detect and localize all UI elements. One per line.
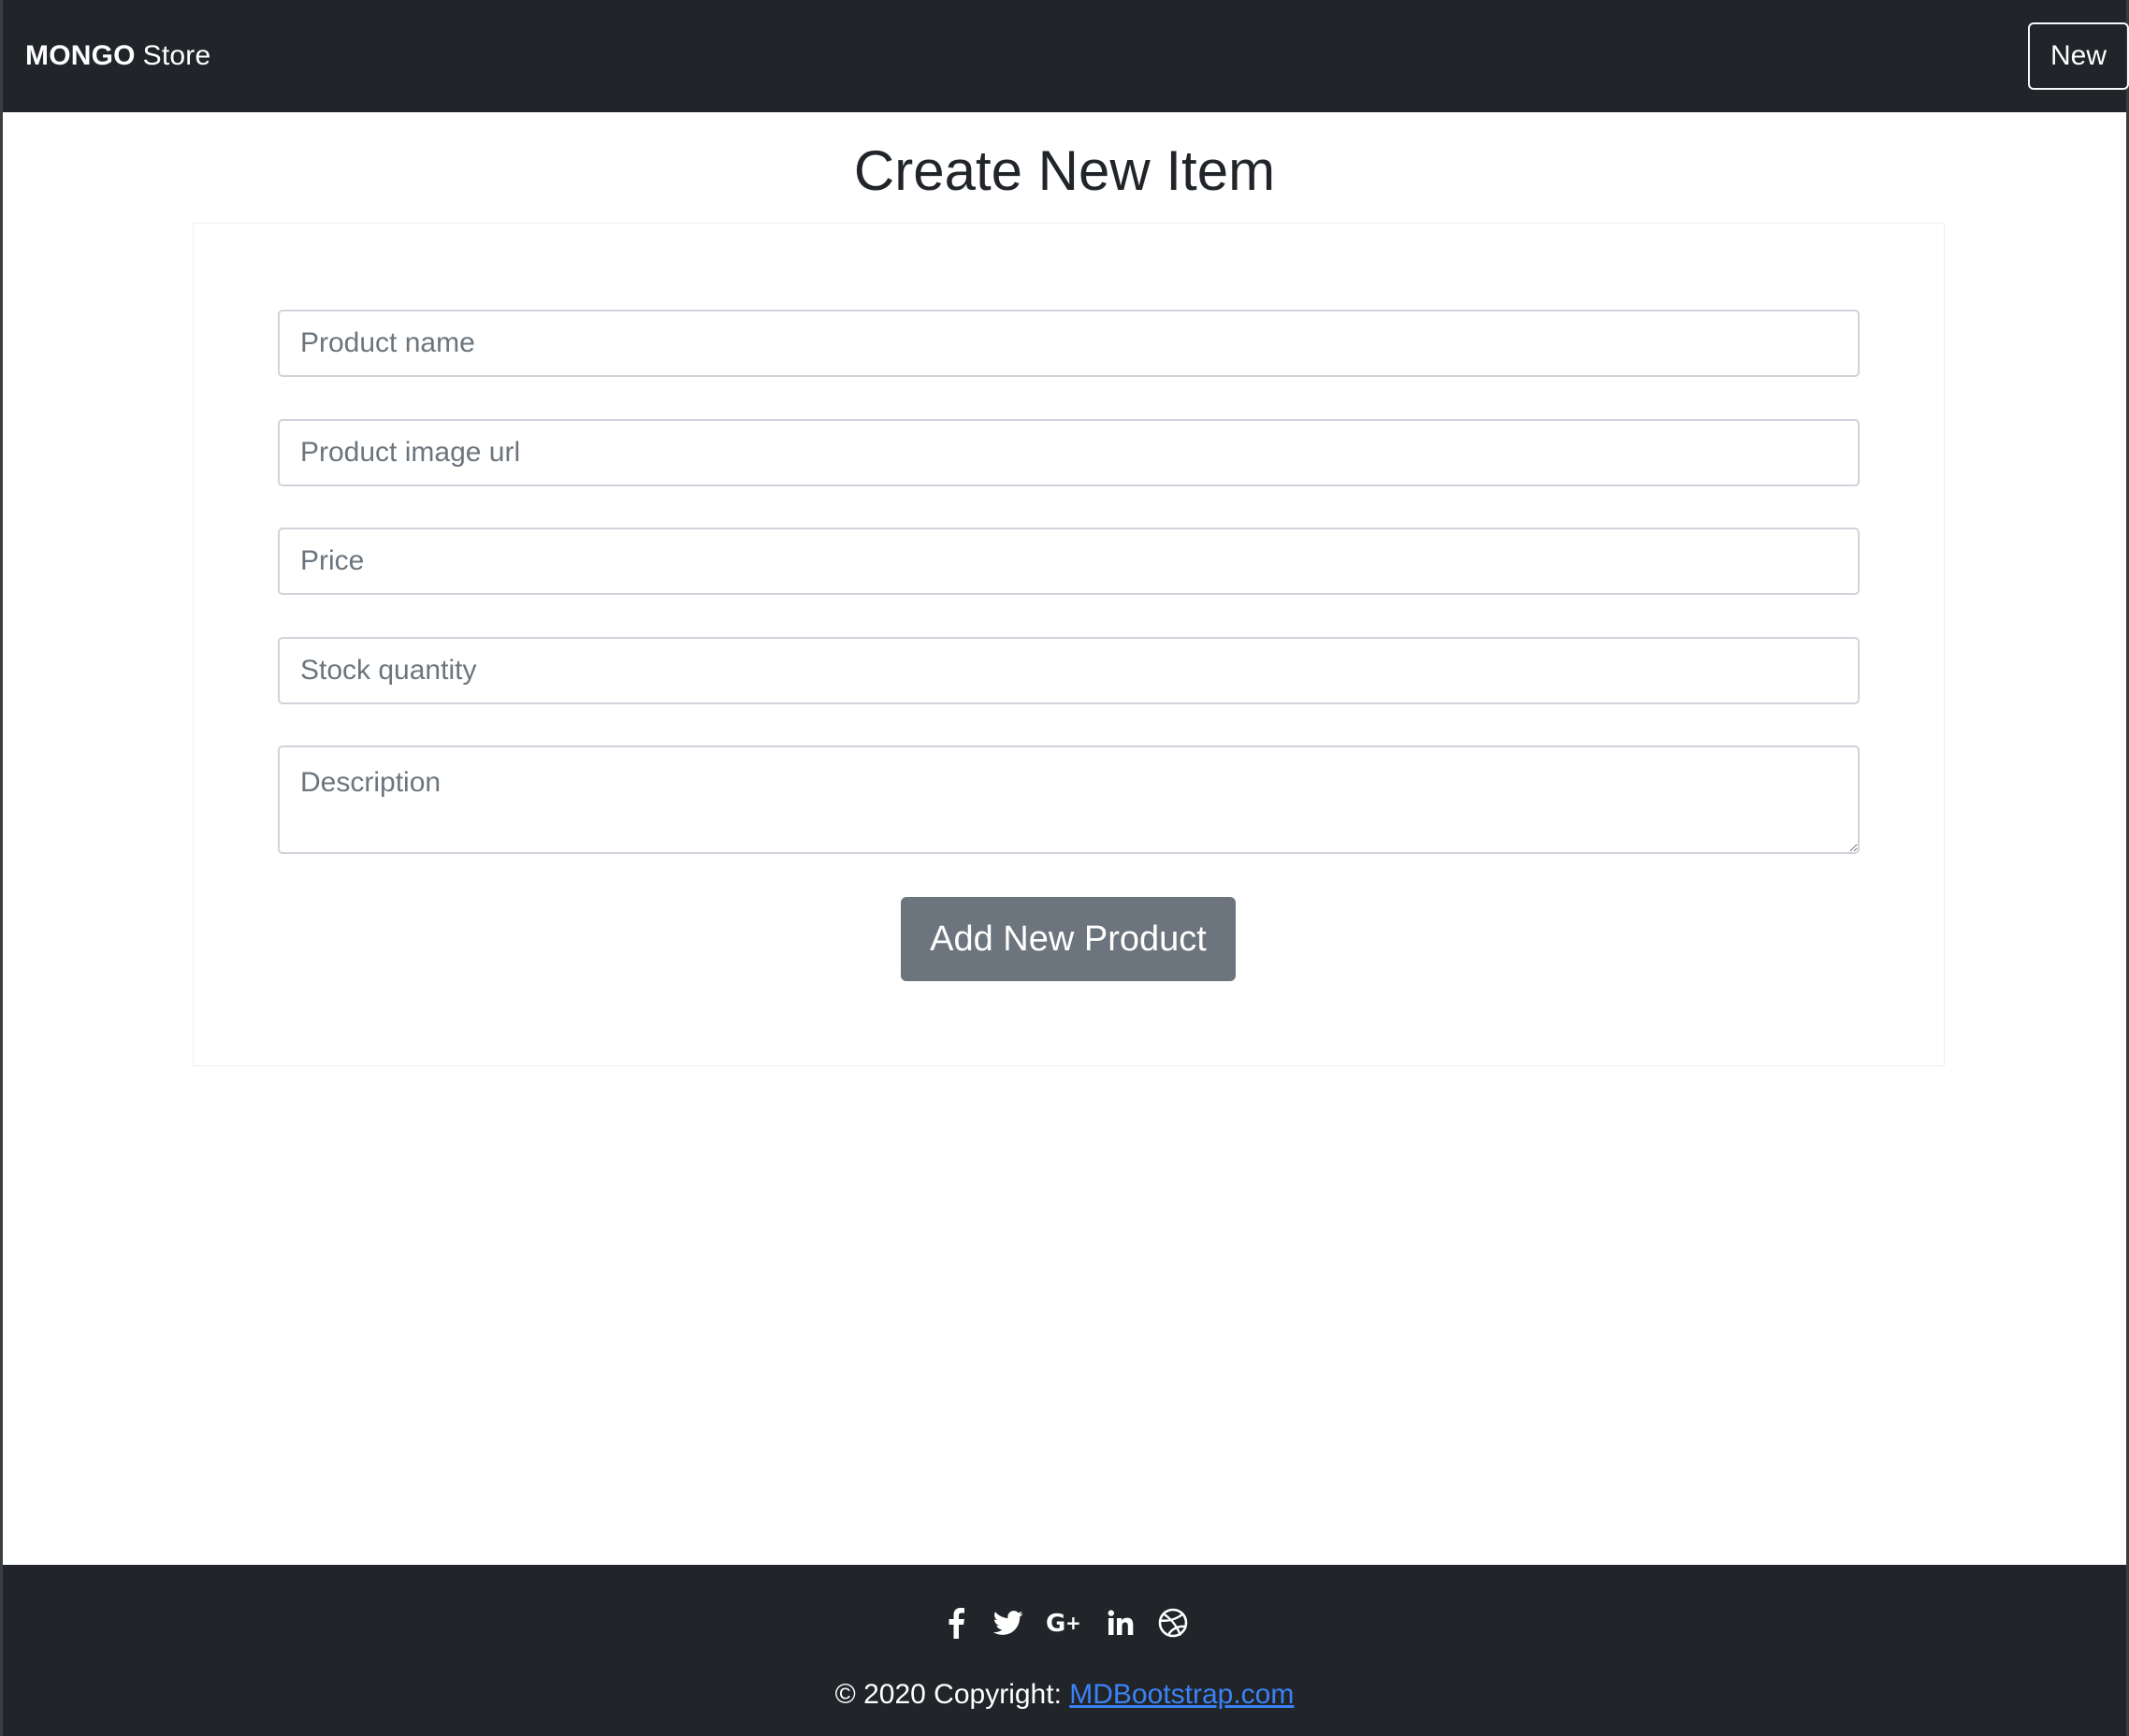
product-image-url-input[interactable] <box>278 419 1860 486</box>
stock-quantity-input[interactable] <box>278 637 1860 704</box>
new-button[interactable]: New <box>2027 22 2129 90</box>
copyright-text: © 2020 Copyright: <box>834 1679 1070 1710</box>
facebook-icon[interactable] <box>941 1602 971 1643</box>
page-title: Create New Item <box>853 139 1276 202</box>
linkedin-icon[interactable] <box>1106 1602 1136 1643</box>
footer: G + © 2020 Copyright: MDBootstrap.com <box>3 1565 2126 1736</box>
copyright: © 2020 Copyright: MDBootstrap.com <box>3 1679 2126 1711</box>
page: MONGOStore New Create New Item Add New P… <box>0 0 2129 1736</box>
navbar: MONGO Store New <box>3 0 2129 112</box>
price-input[interactable] <box>278 528 1860 595</box>
social-links: G + <box>3 1602 2126 1643</box>
mdbootstrap-link[interactable]: MDBootstrap.com <box>1069 1679 1294 1710</box>
dribbble-icon[interactable] <box>1158 1602 1188 1643</box>
brand-name-bold: MONGO <box>25 40 136 71</box>
brand-logo[interactable]: MONGO Store <box>25 40 210 72</box>
product-name-input[interactable] <box>278 310 1860 377</box>
create-item-form: Add New Product <box>193 223 1945 1066</box>
svg-text:+: + <box>1065 1612 1081 1634</box>
twitter-icon[interactable] <box>993 1602 1023 1643</box>
add-new-product-button[interactable]: Add New Product <box>901 897 1236 981</box>
brand-name-light: Store <box>142 40 211 71</box>
google-plus-icon[interactable]: G + <box>1046 1602 1083 1643</box>
svg-text:G: G <box>1046 1610 1065 1636</box>
description-textarea[interactable] <box>278 745 1860 854</box>
